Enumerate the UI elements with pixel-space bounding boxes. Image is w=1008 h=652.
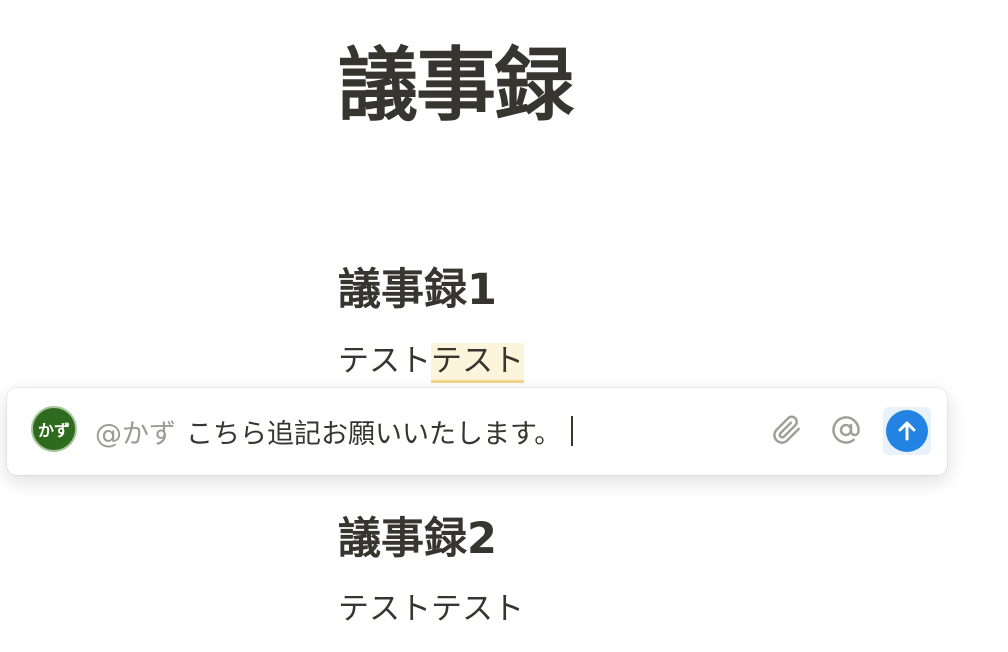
attach-button[interactable]: [765, 408, 809, 452]
page-title[interactable]: 議事録: [338, 36, 574, 136]
section-text-1-plain: テスト: [338, 343, 431, 379]
paperclip-icon: [773, 415, 800, 444]
section-heading-2[interactable]: 議事録2: [338, 511, 497, 567]
section-text-2[interactable]: テストテスト: [338, 588, 524, 630]
text-caret: [571, 416, 574, 446]
comment-text[interactable]: こちら追記お願いいたします。: [186, 412, 561, 451]
commented-highlight[interactable]: テスト: [431, 343, 524, 383]
section-text-1[interactable]: テストテスト: [338, 340, 524, 383]
send-circle[interactable]: [886, 410, 928, 452]
mention-tag[interactable]: @かず: [95, 412, 176, 451]
comment-popup: かず @かず こちら追記お願いいたします。: [7, 388, 947, 475]
send-button[interactable]: [883, 407, 931, 455]
send-arrow-icon: [898, 421, 916, 441]
avatar: かず: [31, 406, 77, 452]
comment-input[interactable]: @かず こちら追記お願いいたします。: [95, 410, 574, 452]
at-icon: [832, 416, 860, 444]
section-heading-1[interactable]: 議事録1: [338, 262, 497, 318]
mention-button[interactable]: [824, 408, 868, 452]
